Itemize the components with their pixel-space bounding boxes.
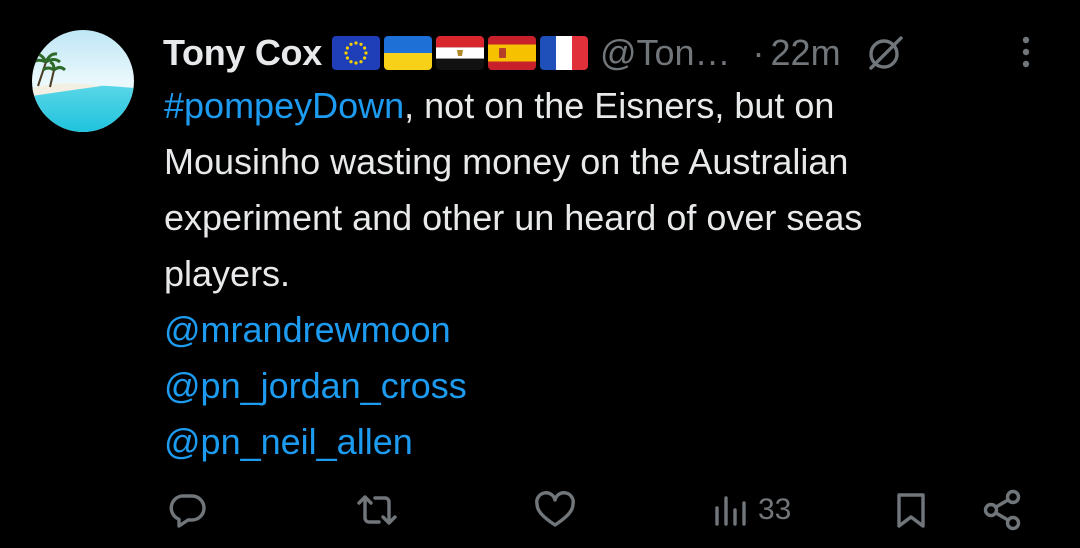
like-button[interactable]	[533, 478, 577, 542]
heart-icon	[535, 491, 575, 527]
flag-emojis	[331, 36, 592, 70]
eu-flag-icon	[331, 36, 380, 70]
user-handle[interactable]: @Ton…	[600, 32, 731, 74]
views-chart-icon	[715, 496, 746, 526]
action-bar: 33	[0, 478, 1080, 542]
hashtag-link[interactable]: #pompeyDown	[164, 85, 404, 126]
share-icon	[983, 489, 1021, 531]
france-flag-icon	[539, 36, 588, 70]
mention-link[interactable]: @mrandrewmoon	[164, 309, 451, 350]
body-line-4: players.	[164, 253, 291, 294]
retweet-button[interactable]	[355, 478, 399, 542]
view-count: 33	[758, 493, 792, 526]
body-line-2: Mousinho wasting money on the Australian	[164, 141, 849, 182]
mention-link[interactable]: @pn_jordan_cross	[164, 365, 467, 406]
reply-button[interactable]	[168, 478, 208, 542]
ukraine-flag-icon	[383, 36, 432, 70]
beach-avatar-icon	[32, 30, 134, 132]
share-button[interactable]	[981, 478, 1025, 542]
mention-link[interactable]: @pn_neil_allen	[164, 421, 413, 462]
tweet-header: Tony Cox @Ton… · 22m	[163, 26, 1063, 80]
body-line-3: experiment and other un heard of over se…	[164, 197, 863, 238]
bookmark-button[interactable]	[893, 478, 929, 542]
vertical-dots-icon[interactable]	[1014, 32, 1038, 72]
avatar[interactable]	[32, 30, 134, 132]
reply-icon	[169, 494, 206, 528]
views-button[interactable]: 33	[712, 478, 791, 542]
spain-flag-icon	[487, 36, 536, 70]
tweet[interactable]: Tony Cox @Ton… · 22m #pompeyDown, not on…	[0, 0, 1080, 548]
display-name[interactable]: Tony Cox	[163, 32, 322, 74]
timestamp[interactable]: 22m	[771, 32, 841, 74]
separator-dot: ·	[752, 32, 765, 73]
bookmark-icon	[897, 493, 925, 528]
tweet-body: #pompeyDown, not on the Eisners, but on …	[164, 78, 1054, 470]
body-line-1: #pompeyDown, not on the Eisners, but on	[164, 78, 1054, 134]
slashed-circle-icon[interactable]	[863, 31, 907, 75]
body-line-1-text: , not on the Eisners, but on	[404, 85, 835, 126]
egypt-flag-icon	[435, 36, 484, 70]
retweet-icon	[357, 495, 397, 525]
